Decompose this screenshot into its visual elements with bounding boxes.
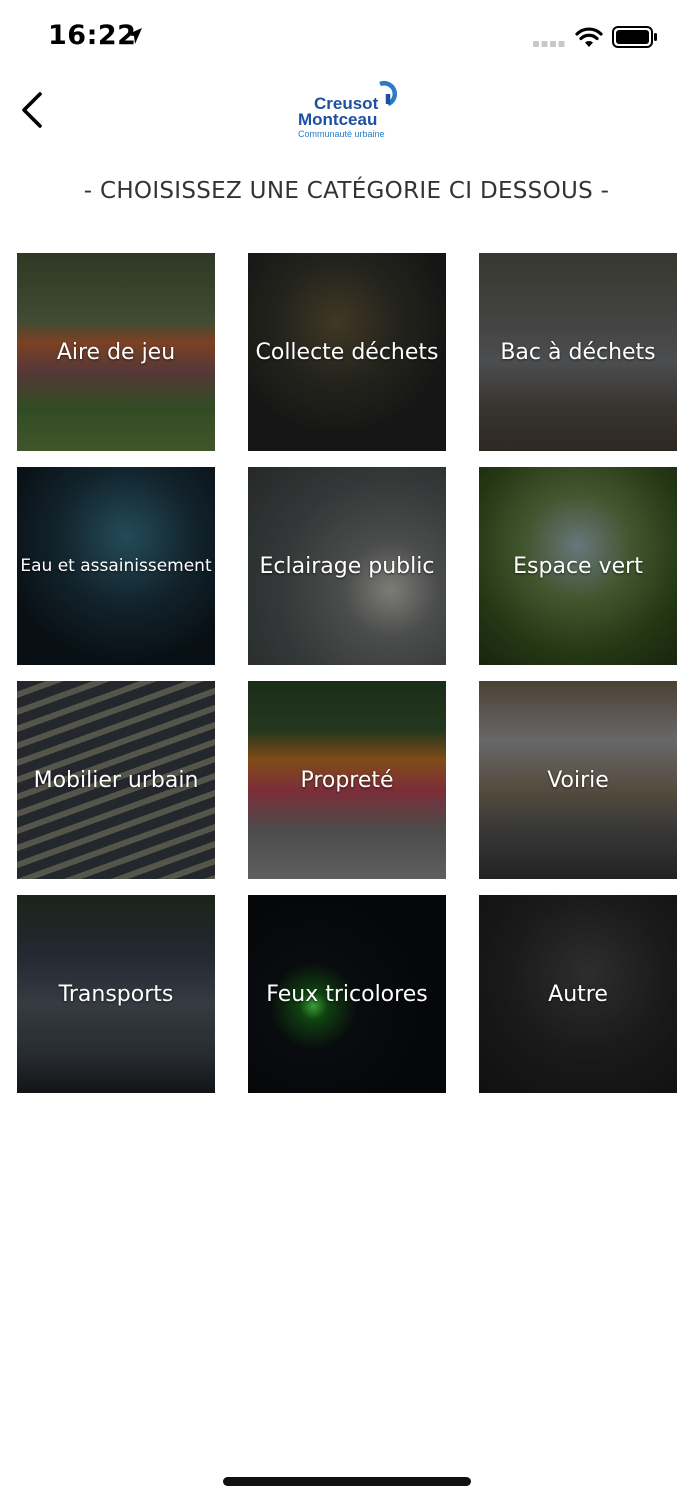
category-label: Propreté [300,767,394,793]
category-label: Espace vert [513,553,643,579]
category-tile-voirie[interactable]: Voirie [479,681,677,879]
navigation-bar: Creusot Montceau Communauté urbaine [0,76,693,152]
category-label: Autre [548,981,608,1007]
status-bar: 16:22 [0,0,693,76]
cellular-signal-icon [533,41,565,47]
category-label: Aire de jeu [56,339,176,365]
category-tile-proprete[interactable]: Propreté [248,681,446,879]
category-tile-collecte-dechets[interactable]: Collecte déchets [248,253,446,451]
category-label: Eau et assainissement [20,556,212,576]
category-label: Transports [58,981,174,1007]
category-tile-feux-tricolores[interactable]: Feux tricolores [248,895,446,1093]
wifi-icon [575,27,603,47]
battery-icon [612,26,657,48]
brand-logo: Creusot Montceau Communauté urbaine [296,80,404,142]
category-tile-aire-de-jeu[interactable]: Aire de jeu [17,253,215,451]
category-tile-espace-vert[interactable]: Espace vert [479,467,677,665]
category-label: Eclairage public [259,553,435,579]
back-button[interactable] [14,88,54,134]
category-tile-mobilier-urbain[interactable]: Mobilier urbain [17,681,215,879]
category-tile-autre[interactable]: Autre [479,895,677,1093]
location-arrow-icon [126,28,142,44]
category-label: Bac à déchets [500,339,656,365]
category-label: Mobilier urbain [33,767,199,793]
category-label: Voirie [547,767,609,793]
category-tile-transports[interactable]: Transports [17,895,215,1093]
logo-text-montceau: Montceau [298,110,378,129]
logo-text-subtitle: Communauté urbaine [298,129,385,139]
category-label: Feux tricolores [266,981,428,1007]
home-indicator[interactable] [223,1477,471,1486]
page-heading: - CHOISISSEZ UNE CATÉGORIE CI DESSOUS - [83,178,610,204]
category-label: Collecte déchets [255,339,439,365]
category-tile-bac-a-dechets[interactable]: Bac à déchets [479,253,677,451]
category-tile-eau-assainissement[interactable]: Eau et assainissement [17,467,215,665]
category-tile-eclairage-public[interactable]: Eclairage public [248,467,446,665]
